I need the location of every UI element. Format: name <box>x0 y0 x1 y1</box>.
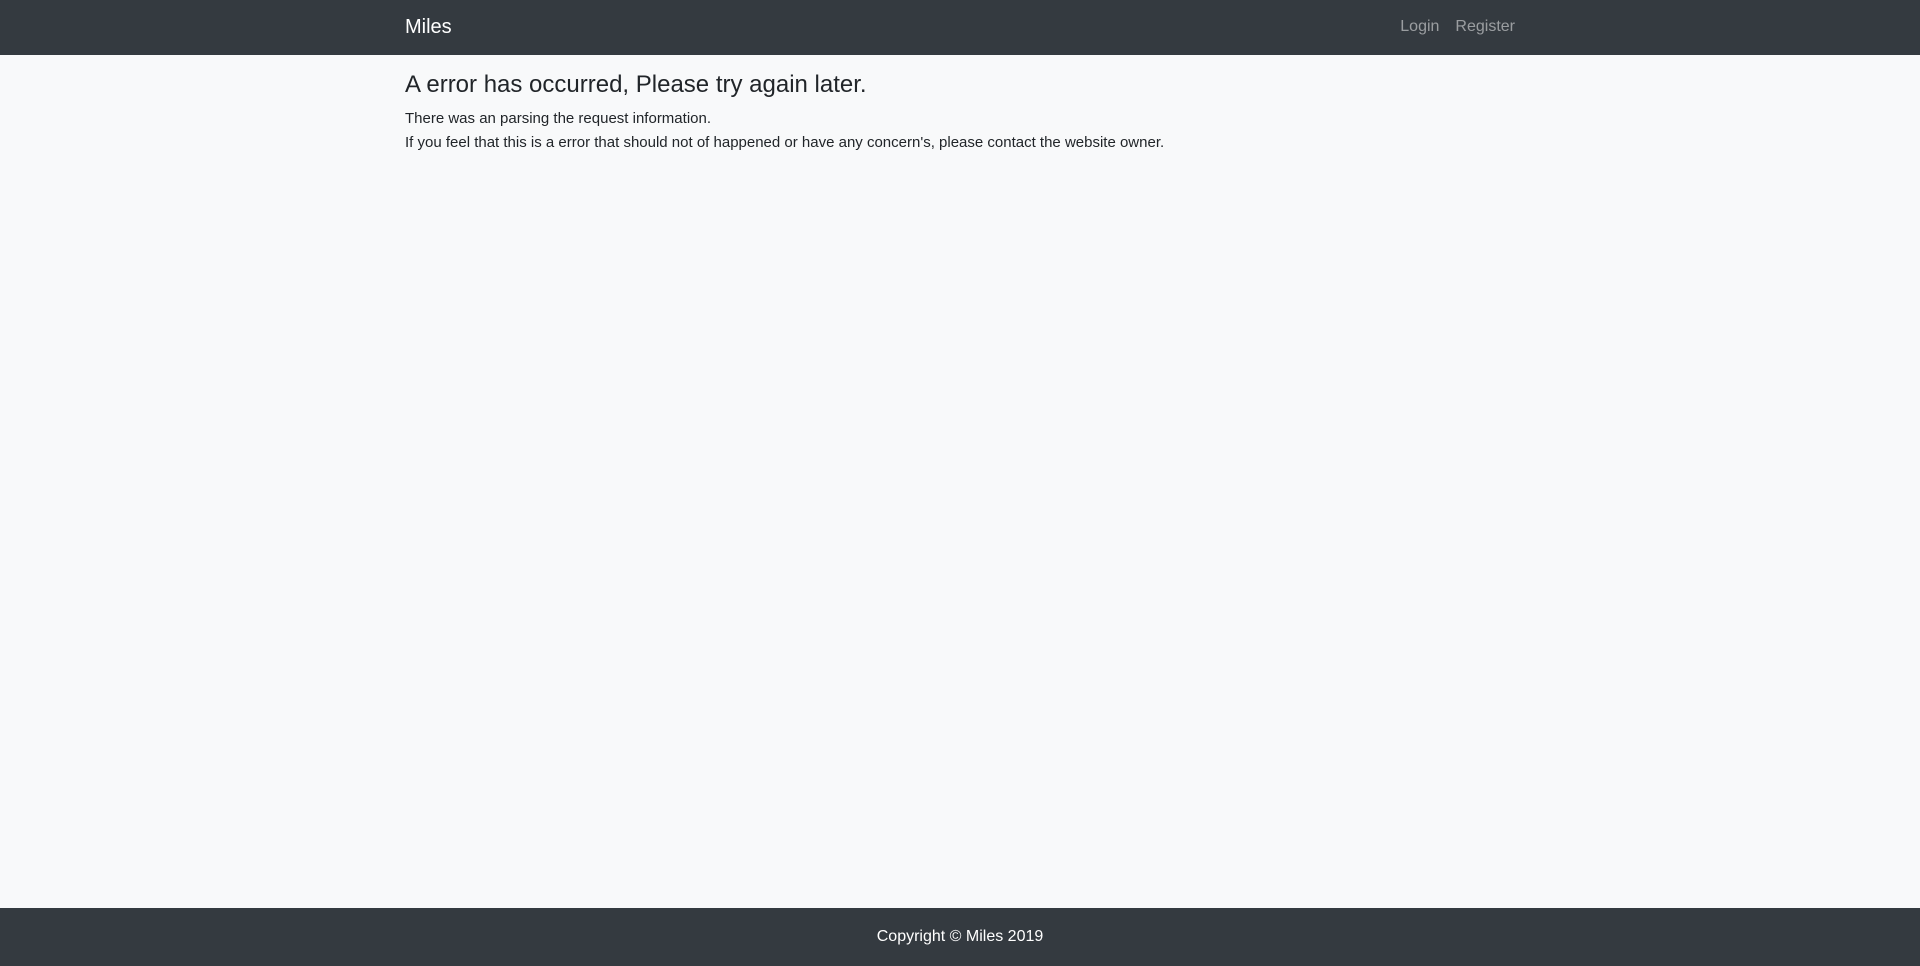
copyright-text: Copyright © Miles 2019 <box>876 928 1044 945</box>
error-title: A error has occurred, Please try again l… <box>405 71 867 98</box>
brand-link[interactable]: Miles <box>405 15 452 39</box>
error-message: There was an parsing the request informa… <box>405 110 711 127</box>
contact-message: If you feel that this is a error that sh… <box>405 134 1165 151</box>
main-content: A error has occurred, Please try again l… <box>0 55 1920 908</box>
navbar-container: Miles Login Register <box>405 0 1515 55</box>
footer: Copyright © Miles 2019 <box>0 908 1920 966</box>
top-navbar: Miles Login Register <box>0 0 1920 55</box>
content-container: A error has occurred, Please try again l… <box>405 55 1515 155</box>
register-link[interactable]: Register <box>1455 17 1515 37</box>
nav-links: Login Register <box>1400 17 1515 37</box>
login-link[interactable]: Login <box>1400 17 1439 37</box>
